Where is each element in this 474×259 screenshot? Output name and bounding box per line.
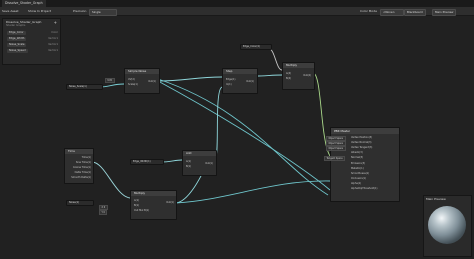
input-port[interactable]: Out Mul B(1) — [134, 209, 149, 212]
edge-width-property-node[interactable]: Edge_Width(1) — [130, 159, 164, 165]
input-port[interactable]: Vertex Normal(3) — [351, 141, 371, 144]
property-node-label: Noise(1) — [69, 201, 80, 204]
space-chip[interactable]: Object Space — [326, 146, 346, 152]
output-port[interactable]: Delta Time(1) — [75, 171, 91, 174]
input-port[interactable]: B(1) — [134, 204, 139, 207]
output-port[interactable]: Out(4) — [303, 74, 311, 77]
edge-time-to-multiply — [91, 161, 131, 199]
edge-noise-to-alpha — [157, 78, 329, 196]
property-node-label: Edge_Color(4) — [243, 45, 260, 48]
output-port[interactable]: Smooth Delta(1) — [71, 176, 91, 179]
edge-edge-color-to-multiply — [267, 47, 283, 71]
input-port[interactable]: Occlusion(1) — [351, 177, 366, 180]
input-port[interactable]: Edge(1) — [226, 78, 235, 81]
edge-color-property-node[interactable]: Edge_Color(4) — [240, 44, 272, 50]
input-port[interactable]: Normal(3) — [351, 156, 363, 159]
input-port[interactable]: Metallic(1) — [351, 167, 364, 170]
edge-add-to-step — [214, 86, 223, 159]
edge-noise-to-step — [157, 76, 223, 82]
preview-sphere[interactable] — [428, 206, 466, 244]
output-port[interactable]: Cosine Time(1) — [73, 166, 91, 169]
input-port[interactable]: Emission(3) — [351, 162, 365, 165]
input-port[interactable]: A(1) — [186, 160, 191, 163]
input-port[interactable]: Vertex Tangent(3) — [351, 146, 372, 149]
node-title: Time — [65, 149, 93, 154]
input-port[interactable]: Vertex Position(3) — [351, 136, 372, 139]
y-inline-input[interactable]: Y 0 — [99, 210, 108, 216]
output-port[interactable]: Out(1) — [148, 80, 156, 83]
input-port[interactable]: UV(2) — [128, 78, 135, 81]
multiply-node[interactable]: Multiply A(4) B(4) Out(4) — [282, 62, 315, 90]
edge-multiply-to-pbr — [174, 180, 331, 204]
noise-speed-property-node[interactable]: Noise(1) — [66, 200, 94, 206]
input-port[interactable]: A(1) — [134, 199, 139, 202]
space-chip[interactable]: Tangent Space — [324, 156, 346, 162]
node-title: Simple Noise — [125, 69, 159, 74]
input-port[interactable]: AlphaClipThreshold(1) — [351, 187, 377, 190]
input-port[interactable]: In(1) — [226, 83, 232, 86]
property-node-label: Noise_Scale(1) — [69, 85, 87, 88]
node-title: Step — [223, 69, 257, 74]
input-port[interactable]: Scale(1) — [128, 83, 138, 86]
node-title: Multiply — [283, 63, 314, 68]
simple-noise-node[interactable]: Simple Noise UV(2) Scale(1) Out(1) — [124, 68, 160, 94]
noise-scale-property-node[interactable]: Noise_Scale(1) — [66, 84, 103, 90]
main-preview-panel[interactable]: Main Preview — [423, 195, 472, 257]
input-port[interactable]: B(1) — [186, 165, 191, 168]
output-port[interactable]: Sine Time(1) — [76, 161, 91, 164]
time-node[interactable]: Time Time(1) Sine Time(1) Cosine Time(1)… — [64, 148, 94, 184]
input-port[interactable]: Smoothness(1) — [351, 172, 369, 175]
main-preview-title: Main Preview — [426, 197, 446, 201]
input-port[interactable]: A(4) — [286, 72, 291, 75]
step-node[interactable]: Step Edge(1) In(1) Out(1) — [222, 68, 258, 94]
output-port[interactable]: Out(1) — [246, 80, 254, 83]
edge-step-to-multiply — [255, 74, 283, 77]
node-title: Multiply — [131, 191, 176, 196]
output-port[interactable]: Out(1) — [166, 201, 174, 204]
input-port[interactable]: B(4) — [286, 77, 291, 80]
multiply-node-bottom[interactable]: Multiply A(1) B(1) Out Mul B(1) Out(1) — [130, 190, 177, 220]
property-node-label: Edge_Width(1) — [133, 160, 151, 163]
edge-edge-width-to-add — [160, 159, 183, 163]
input-port[interactable]: Alpha(1) — [351, 182, 361, 185]
add-node[interactable]: Add A(1) B(1) Out(1) — [182, 150, 217, 176]
graph-edges — [91, 47, 331, 204]
node-title: PBR Master — [331, 128, 399, 134]
node-title: Add — [183, 151, 216, 156]
uv-inline-input[interactable]: UV0 — [105, 78, 115, 84]
output-port[interactable]: Time(1) — [82, 156, 91, 159]
input-port[interactable]: Albedo(3) — [351, 151, 363, 154]
output-port[interactable]: Out(1) — [205, 162, 213, 165]
